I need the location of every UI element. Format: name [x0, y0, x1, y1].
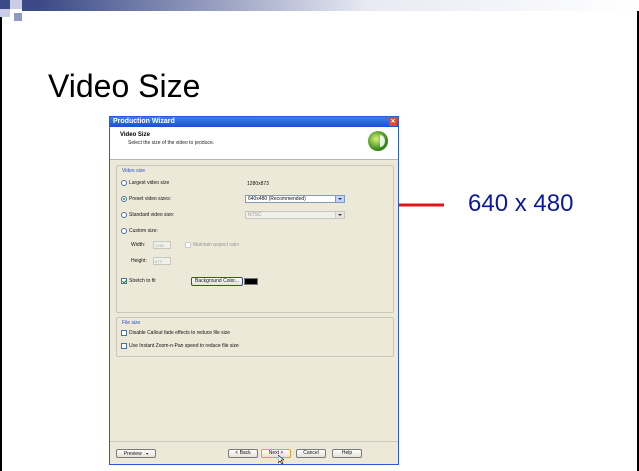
close-icon[interactable]: ✕: [389, 118, 397, 126]
standard-size-label: Standard video size:: [129, 212, 175, 218]
callout-fade-label: Disable Callout fade effects to reduce f…: [129, 330, 231, 336]
chevron-down-icon[interactable]: [335, 212, 344, 218]
size-callout: 640 x 480: [468, 190, 574, 217]
custom-size-label: Custom size:: [129, 228, 158, 234]
largest-size-value: 1280x873: [247, 181, 269, 187]
height-row: Height:: [131, 258, 147, 264]
preview-button[interactable]: Preview ▾: [116, 449, 156, 458]
video-size-group-label: Video size: [121, 168, 146, 174]
height-label: Height:: [131, 258, 147, 264]
background-color-swatch[interactable]: [244, 278, 258, 285]
aspect-ratio-label: Maintain aspect ratio: [193, 242, 240, 248]
slide-title: Video Size: [48, 68, 201, 104]
aspect-ratio-option[interactable]: Maintain aspect ratio: [185, 242, 239, 248]
standard-size-radio[interactable]: [121, 212, 127, 218]
preview-button-label: Preview: [123, 451, 142, 457]
file-size-group: File size Disable Callout fade effects t…: [116, 317, 394, 357]
width-row: Width:: [131, 242, 145, 248]
next-button[interactable]: Next >: [261, 449, 291, 458]
preset-size-select[interactable]: 640x480 (Recommended): [245, 195, 345, 203]
width-label: Width:: [131, 242, 146, 248]
callout-fade-option[interactable]: Disable Callout fade effects to reduce f…: [121, 330, 230, 336]
dialog-titlebar: Production Wizard ✕: [110, 117, 398, 127]
stretch-to-fit-option[interactable]: Stretch to fit: [121, 278, 156, 284]
preset-size-value: 640x480 (Recommended): [248, 196, 306, 202]
custom-size-option[interactable]: Custom size:: [121, 228, 158, 234]
chevron-down-icon: ▾: [146, 451, 149, 456]
stretch-to-fit-label: Stretch to fit: [129, 278, 156, 284]
zoom-pan-label: Use Instant Zoom-n-Pan speed to reduce f…: [129, 343, 239, 349]
dialog-header: Video Size Select the size of the video …: [110, 127, 398, 160]
largest-size-label: Largest video size: [129, 180, 170, 186]
width-field[interactable]: 1280: [153, 241, 171, 249]
production-wizard-dialog: Production Wizard ✕ Video Size Select th…: [109, 116, 399, 465]
preset-size-radio[interactable]: [121, 196, 127, 202]
aspect-ratio-checkbox[interactable]: [185, 242, 191, 248]
mouse-cursor-icon: [278, 455, 284, 464]
button-separator: [110, 441, 398, 442]
largest-size-radio[interactable]: [121, 180, 127, 186]
height-field[interactable]: 873: [153, 257, 171, 265]
help-button[interactable]: Help: [332, 449, 362, 458]
cancel-button[interactable]: Cancel: [296, 449, 326, 458]
header-subtitle: Select the size of the video to produce.: [128, 140, 215, 146]
chevron-down-icon[interactable]: [335, 196, 344, 202]
zoom-pan-checkbox[interactable]: [121, 343, 127, 349]
stretch-to-fit-checkbox[interactable]: [121, 278, 127, 284]
zoom-pan-option[interactable]: Use Instant Zoom-n-Pan speed to reduce f…: [121, 343, 239, 349]
standard-size-select[interactable]: NTSC: [245, 211, 345, 219]
background-color-button[interactable]: Background Color...: [191, 277, 243, 286]
dialog-title: Production Wizard: [113, 118, 175, 125]
preset-size-label: Preset video sizes:: [129, 196, 171, 202]
standard-size-option[interactable]: Standard video size:: [121, 212, 174, 218]
camtasia-logo-icon: [368, 131, 388, 151]
header-title: Video Size: [120, 132, 150, 138]
video-size-group: Video size Largest video size 1280x873 P…: [116, 165, 394, 313]
custom-size-radio[interactable]: [121, 228, 127, 234]
file-size-group-label: File size: [121, 320, 142, 326]
largest-size-option[interactable]: Largest video size: [121, 180, 169, 186]
back-button[interactable]: < Back: [228, 449, 258, 458]
preset-size-option[interactable]: Preset video sizes:: [121, 196, 171, 202]
standard-size-value: NTSC: [248, 212, 262, 218]
callout-fade-checkbox[interactable]: [121, 330, 127, 336]
